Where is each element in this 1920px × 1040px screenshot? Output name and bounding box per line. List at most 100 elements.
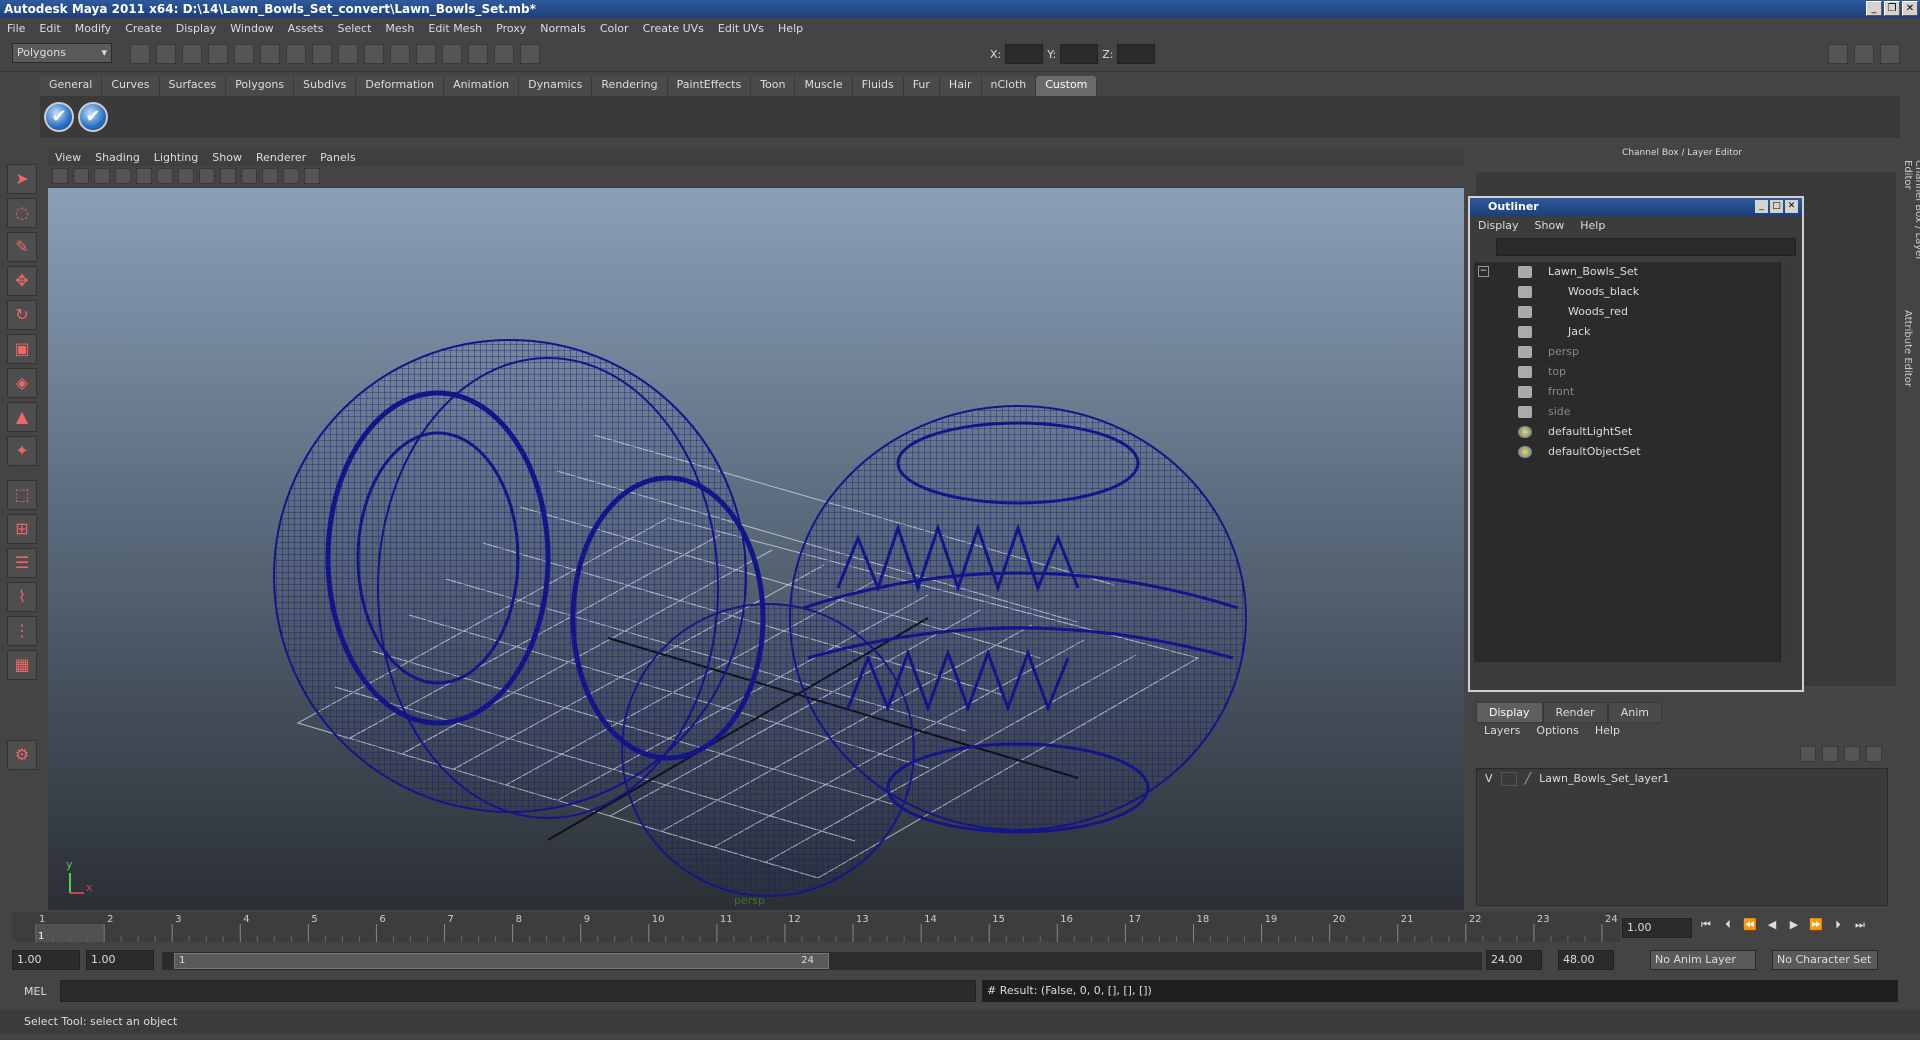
wireframe-icon[interactable]: [178, 168, 194, 184]
lights-icon[interactable]: [241, 168, 257, 184]
channel-box-side-tab[interactable]: Channel Box / Layer Editor: [1902, 160, 1920, 290]
range-slider[interactable]: 1 24: [162, 952, 1482, 970]
select-component-icon[interactable]: [260, 44, 280, 64]
shelf-tab-custom[interactable]: Custom: [1036, 76, 1098, 96]
shelf-tab-surfaces[interactable]: Surfaces: [159, 76, 227, 96]
select-object-icon[interactable]: [234, 44, 254, 64]
ipr-render-icon[interactable]: [468, 44, 488, 64]
menu-modify[interactable]: Modify: [68, 22, 118, 35]
menu-window[interactable]: Window: [223, 22, 280, 35]
x-field[interactable]: [1005, 44, 1044, 64]
snap-point-icon[interactable]: [338, 44, 358, 64]
layer-menu-help[interactable]: Help: [1587, 724, 1628, 737]
snap-view-plane-icon[interactable]: [364, 44, 384, 64]
graph-layout-icon[interactable]: ⌇: [7, 582, 37, 612]
film-gate-icon[interactable]: [157, 168, 173, 184]
restore-button[interactable]: ❐: [1884, 1, 1900, 16]
current-time-marker[interactable]: [35, 924, 104, 942]
shelf-tab-subdivs[interactable]: Subdivs: [294, 76, 357, 96]
shelf-tab-deformation[interactable]: Deformation: [356, 76, 445, 96]
shelf-tab-animation[interactable]: Animation: [444, 76, 520, 96]
menu-color[interactable]: Color: [593, 22, 636, 35]
viewport-menu-shading[interactable]: Shading: [88, 151, 147, 164]
shelf-tab-fur[interactable]: Fur: [903, 76, 940, 96]
check-icon[interactable]: ✔: [78, 102, 108, 132]
move-layer-up-icon[interactable]: [1800, 746, 1816, 762]
paint-select-icon[interactable]: ✎: [7, 232, 37, 262]
move-tool-icon[interactable]: ✥: [7, 266, 37, 296]
new-layer-icon[interactable]: [1844, 746, 1860, 762]
outliner-item[interactable]: Lawn_Bowls_Set −: [1474, 262, 1780, 282]
outliner-item[interactable]: Woods_black: [1474, 282, 1780, 302]
perspective-view[interactable]: y x persp: [48, 188, 1464, 910]
outliner-menu-display[interactable]: Display: [1470, 219, 1527, 232]
shelf-tab-muscle[interactable]: Muscle: [795, 76, 853, 96]
outliner-item[interactable]: persp: [1474, 342, 1780, 362]
shelf-tab-curves[interactable]: Curves: [102, 76, 160, 96]
shelf-tab-polygons[interactable]: Polygons: [226, 76, 295, 96]
menu-normals[interactable]: Normals: [533, 22, 593, 35]
render-settings-icon[interactable]: [494, 44, 514, 64]
isolate-icon[interactable]: [283, 168, 299, 184]
menu-assets[interactable]: Assets: [281, 22, 331, 35]
soft-mod-icon[interactable]: ▲: [7, 402, 37, 432]
step-forward-key-icon[interactable]: ⏩: [1806, 918, 1826, 936]
viewport-menu-panels[interactable]: Panels: [313, 151, 362, 164]
move-layer-down-icon[interactable]: [1822, 746, 1838, 762]
layer-visibility-toggle[interactable]: V: [1485, 769, 1493, 789]
history-icon[interactable]: [416, 44, 436, 64]
outliner-menu-help[interactable]: Help: [1572, 219, 1613, 232]
last-tool-icon[interactable]: ✦: [7, 436, 37, 466]
rotate-tool-icon[interactable]: ↻: [7, 300, 37, 330]
xray-icon[interactable]: [304, 168, 320, 184]
layer-type-toggle[interactable]: [1500, 772, 1517, 786]
hypergraph-layout-icon[interactable]: ⋮: [7, 616, 37, 646]
layer-tab-anim[interactable]: Anim: [1607, 702, 1662, 723]
image-plane-icon[interactable]: [115, 168, 131, 184]
four-pane-layout-icon[interactable]: ⊞: [7, 514, 37, 544]
menu-file[interactable]: File: [0, 22, 32, 35]
hypershade-icon[interactable]: [520, 44, 540, 64]
lasso-tool-icon[interactable]: ◌: [7, 198, 37, 228]
new-scene-icon[interactable]: [130, 44, 150, 64]
outliner-item[interactable]: front: [1474, 382, 1780, 402]
playback-start-field[interactable]: 1.00: [86, 950, 154, 970]
outliner-layout-icon[interactable]: ☰: [7, 548, 37, 578]
smooth-shade-icon[interactable]: [199, 168, 215, 184]
z-field[interactable]: [1117, 44, 1156, 64]
time-slider[interactable]: 1 2 3 4 5 6 7 8 9 10 11 12 13 14 15 16 17 18 19 20 21 22 23 24 1: [12, 912, 1620, 942]
grid-icon[interactable]: [136, 168, 152, 184]
menu-edit-mesh[interactable]: Edit Mesh: [421, 22, 489, 35]
shelf-tab-painteffects[interactable]: PaintEffects: [667, 76, 752, 96]
command-input[interactable]: [60, 980, 976, 1002]
shelf-tab-hair[interactable]: Hair: [939, 76, 982, 96]
step-forward-icon[interactable]: ⏵: [1828, 918, 1848, 936]
outliner-item[interactable]: side: [1474, 402, 1780, 422]
menu-help[interactable]: Help: [771, 22, 810, 35]
outliner-item[interactable]: Jack: [1474, 322, 1780, 342]
outliner-menu-show[interactable]: Show: [1527, 219, 1573, 232]
camera-icon[interactable]: [52, 168, 68, 184]
character-set-selector[interactable]: No Character Set: [1772, 950, 1878, 970]
go-to-start-icon[interactable]: ⏮: [1696, 918, 1716, 936]
snap-grid-icon[interactable]: [286, 44, 306, 64]
outliner-scrollbar[interactable]: [1780, 262, 1794, 662]
viewport-menu-view[interactable]: View: [48, 151, 88, 164]
select-hierarchy-icon[interactable]: [208, 44, 228, 64]
attribute-editor-side-tab[interactable]: Attribute Editor: [1902, 310, 1913, 400]
shelf-tab-ncloth[interactable]: nCloth: [981, 76, 1037, 96]
shadows-icon[interactable]: [262, 168, 278, 184]
render-layout-icon[interactable]: ▦: [7, 650, 37, 680]
viewport-menu-show[interactable]: Show: [205, 151, 249, 164]
anim-layer-selector[interactable]: No Anim Layer: [1650, 950, 1756, 970]
layer-row[interactable]: V ╱ Lawn_Bowls_Set_layer1: [1477, 769, 1887, 789]
menu-create-uvs[interactable]: Create UVs: [636, 22, 711, 35]
layer-color-icon[interactable]: ╱: [1525, 769, 1532, 789]
select-tool-icon[interactable]: ➤: [7, 164, 37, 194]
range-slider-handle[interactable]: 1 24: [174, 953, 829, 969]
outliner-item[interactable]: defaultObjectSet: [1474, 442, 1780, 462]
check-icon[interactable]: ✔: [44, 102, 74, 132]
scale-tool-icon[interactable]: ▣: [7, 334, 37, 364]
menu-edit[interactable]: Edit: [32, 22, 67, 35]
minimize-icon[interactable]: _: [1755, 200, 1768, 213]
